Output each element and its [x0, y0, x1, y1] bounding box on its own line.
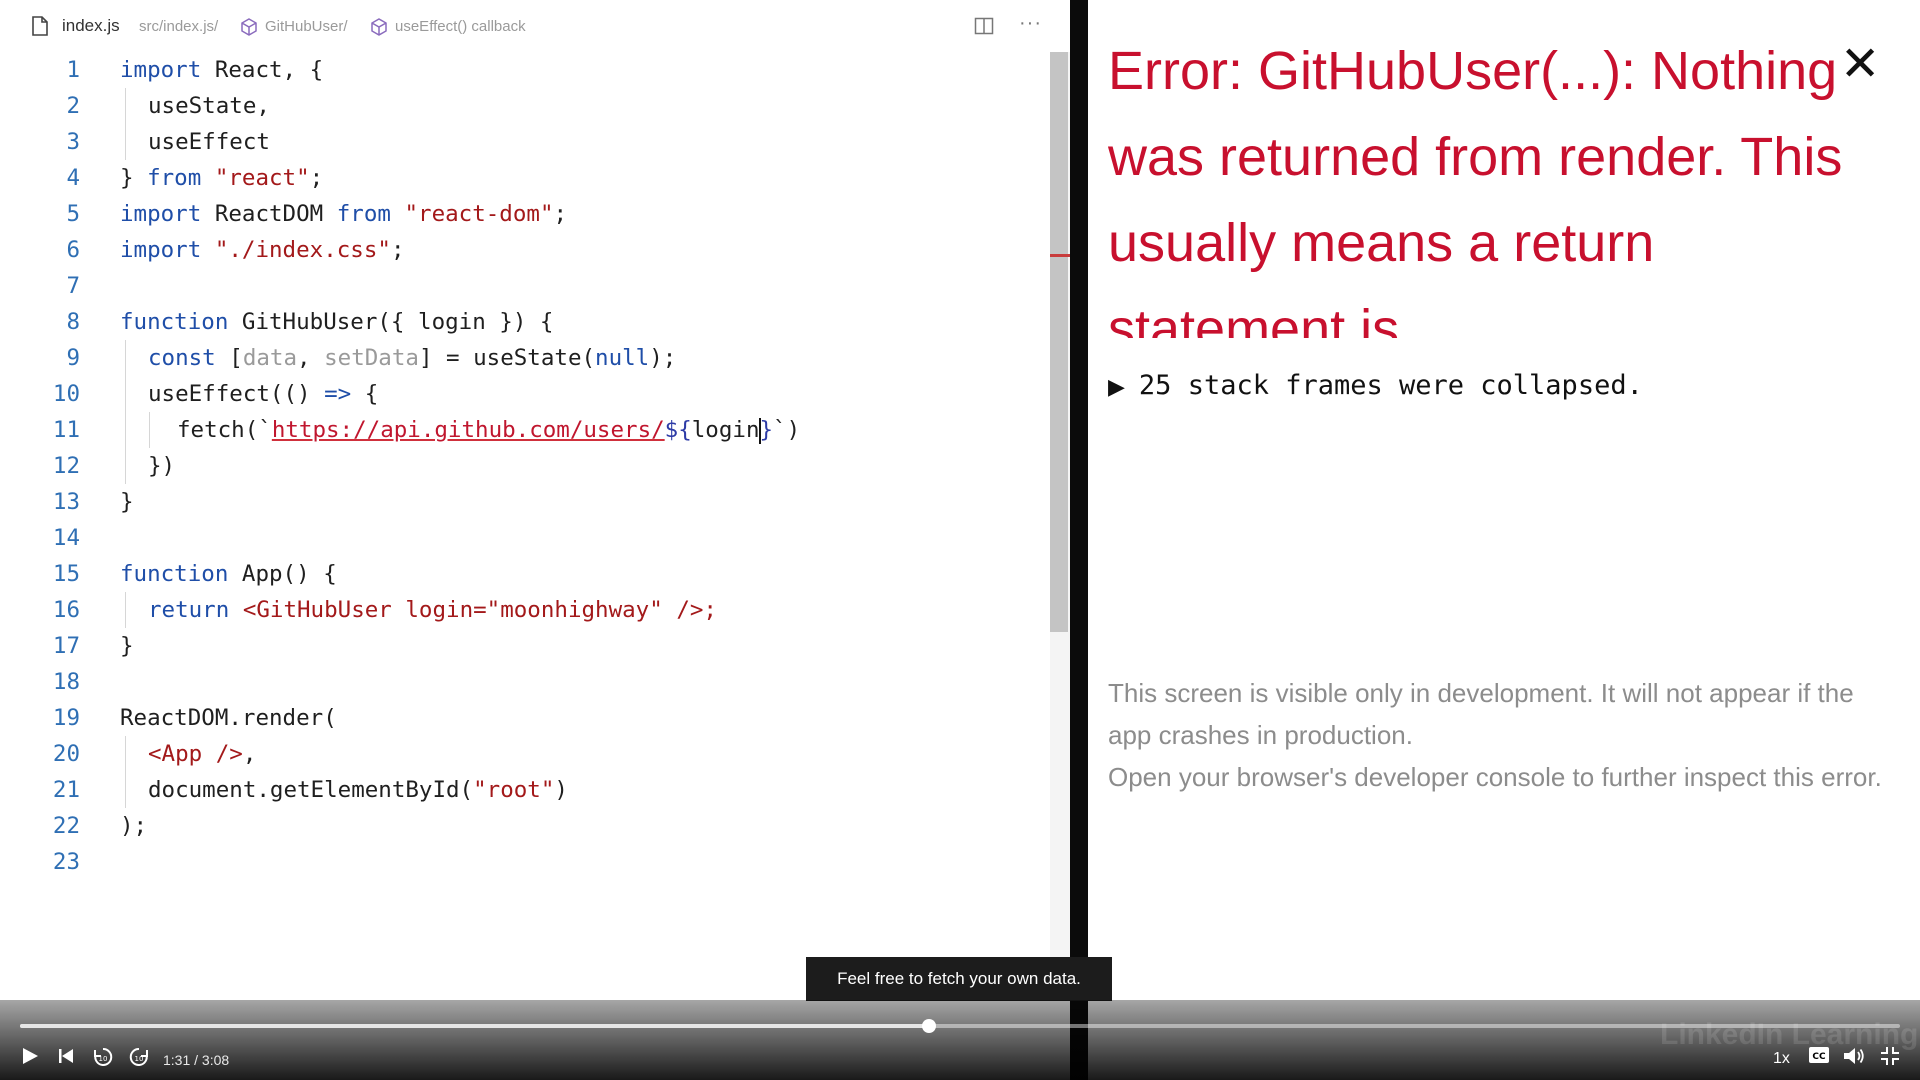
expand-arrow-icon: ▶ — [1108, 375, 1125, 400]
code-line: 16 return <GitHubUser login="moonhighway"… — [0, 592, 1050, 628]
video-player-controls: LinkedIn Learning 10 10 1:31 / 3:08 1x C… — [0, 1000, 1920, 1080]
code-line: 7 — [66, 273, 80, 299]
code-line: 19 ReactDOM.render( — [52, 705, 337, 731]
forward-10-icon[interactable]: 10 — [128, 1046, 150, 1068]
code-line: 10 useEffect(() => { — [0, 376, 1050, 412]
progress-bar[interactable] — [20, 1019, 1900, 1033]
editor-scrollbar-thumb[interactable] — [1050, 52, 1068, 632]
playback-time: 1:31 / 3:08 — [163, 1052, 230, 1068]
video-subtitle: Feel free to fetch your own data. — [806, 957, 1112, 1001]
svg-text:10: 10 — [99, 1055, 108, 1063]
code-line: 23 — [52, 849, 80, 875]
breadcrumb-file[interactable]: index.js — [62, 16, 120, 36]
code-line: 20 <App />, — [0, 736, 1050, 772]
code-line: 1 import React, { — [66, 57, 324, 83]
code-line-active: 11 fetch(`https://api.github.com/users/${… — [0, 412, 1050, 448]
code-line: 2 useState, — [0, 88, 1050, 124]
code-line: 5 import ReactDOM from "react-dom"; — [66, 201, 568, 227]
breadcrumb-path[interactable]: src/index.js/ — [139, 18, 218, 35]
previous-icon[interactable] — [56, 1046, 76, 1066]
code-line: 21 document.getElementById("root") — [0, 772, 1050, 808]
code-line: 9 const [data, setData] = useState(null); — [0, 340, 1050, 376]
error-message: Error: GitHubUser(...): Nothing was retu… — [1108, 41, 1843, 338]
code-line: 6 import "./index.css"; — [66, 237, 405, 263]
svg-text:10: 10 — [135, 1055, 144, 1063]
exit-fullscreen-icon[interactable] — [1880, 1046, 1900, 1066]
development-note: This screen is visible only in developme… — [1108, 678, 1882, 792]
play-icon[interactable] — [20, 1046, 40, 1066]
code-line: 14 — [52, 525, 80, 551]
pane-divider[interactable] — [1070, 0, 1088, 1080]
more-actions-icon[interactable]: ··· — [1019, 12, 1042, 35]
code-line: 22); — [52, 813, 148, 839]
file-icon — [32, 16, 48, 36]
split-editor-icon[interactable] — [974, 16, 994, 36]
code-area[interactable]: 1 import React, { 2 useState, 3 useEffect 4… — [0, 52, 1050, 880]
code-line: 18 — [52, 669, 80, 695]
close-icon[interactable]: ✕ — [1840, 40, 1880, 88]
code-line: 15 function App() { — [52, 561, 337, 587]
stack-frames-toggle[interactable]: ▶ 25 stack frames were collapsed. — [1108, 370, 1643, 401]
scrollbar-error-marker — [1050, 254, 1070, 257]
code-line: 17} — [52, 633, 134, 659]
fetch-url: https://api.github.com/users/ — [271, 417, 665, 443]
callback-cube-icon — [371, 18, 387, 36]
code-editor[interactable]: index.js src/index.js/ GitHubUser/ useEf… — [0, 0, 1081, 1080]
error-overlay: Error: GitHubUser(...): Nothing was retu… — [1088, 0, 1920, 1080]
rewind-10-icon[interactable]: 10 — [92, 1046, 114, 1068]
code-line: 12}) — [0, 448, 1050, 484]
code-line: 13} — [52, 489, 134, 515]
breadcrumb-callback[interactable]: useEffect() callback — [395, 18, 526, 35]
breadcrumb: index.js src/index.js/ GitHubUser/ useEf… — [0, 0, 1070, 54]
breadcrumb-component[interactable]: GitHubUser/ — [265, 18, 348, 35]
progress-fill — [20, 1024, 929, 1028]
svg-text:CC: CC — [1812, 1052, 1826, 1062]
progress-scrubber[interactable] — [921, 1019, 936, 1033]
code-line: 3 useEffect — [0, 124, 1050, 160]
component-cube-icon — [241, 18, 257, 36]
closed-captions-icon[interactable]: CC — [1808, 1046, 1830, 1064]
code-line: 4} from "react"; — [66, 165, 324, 191]
playback-speed-button[interactable]: 1x — [1773, 1050, 1790, 1068]
volume-icon[interactable] — [1842, 1046, 1866, 1066]
code-line: 8 function GitHubUser({ login }) { — [66, 309, 554, 335]
